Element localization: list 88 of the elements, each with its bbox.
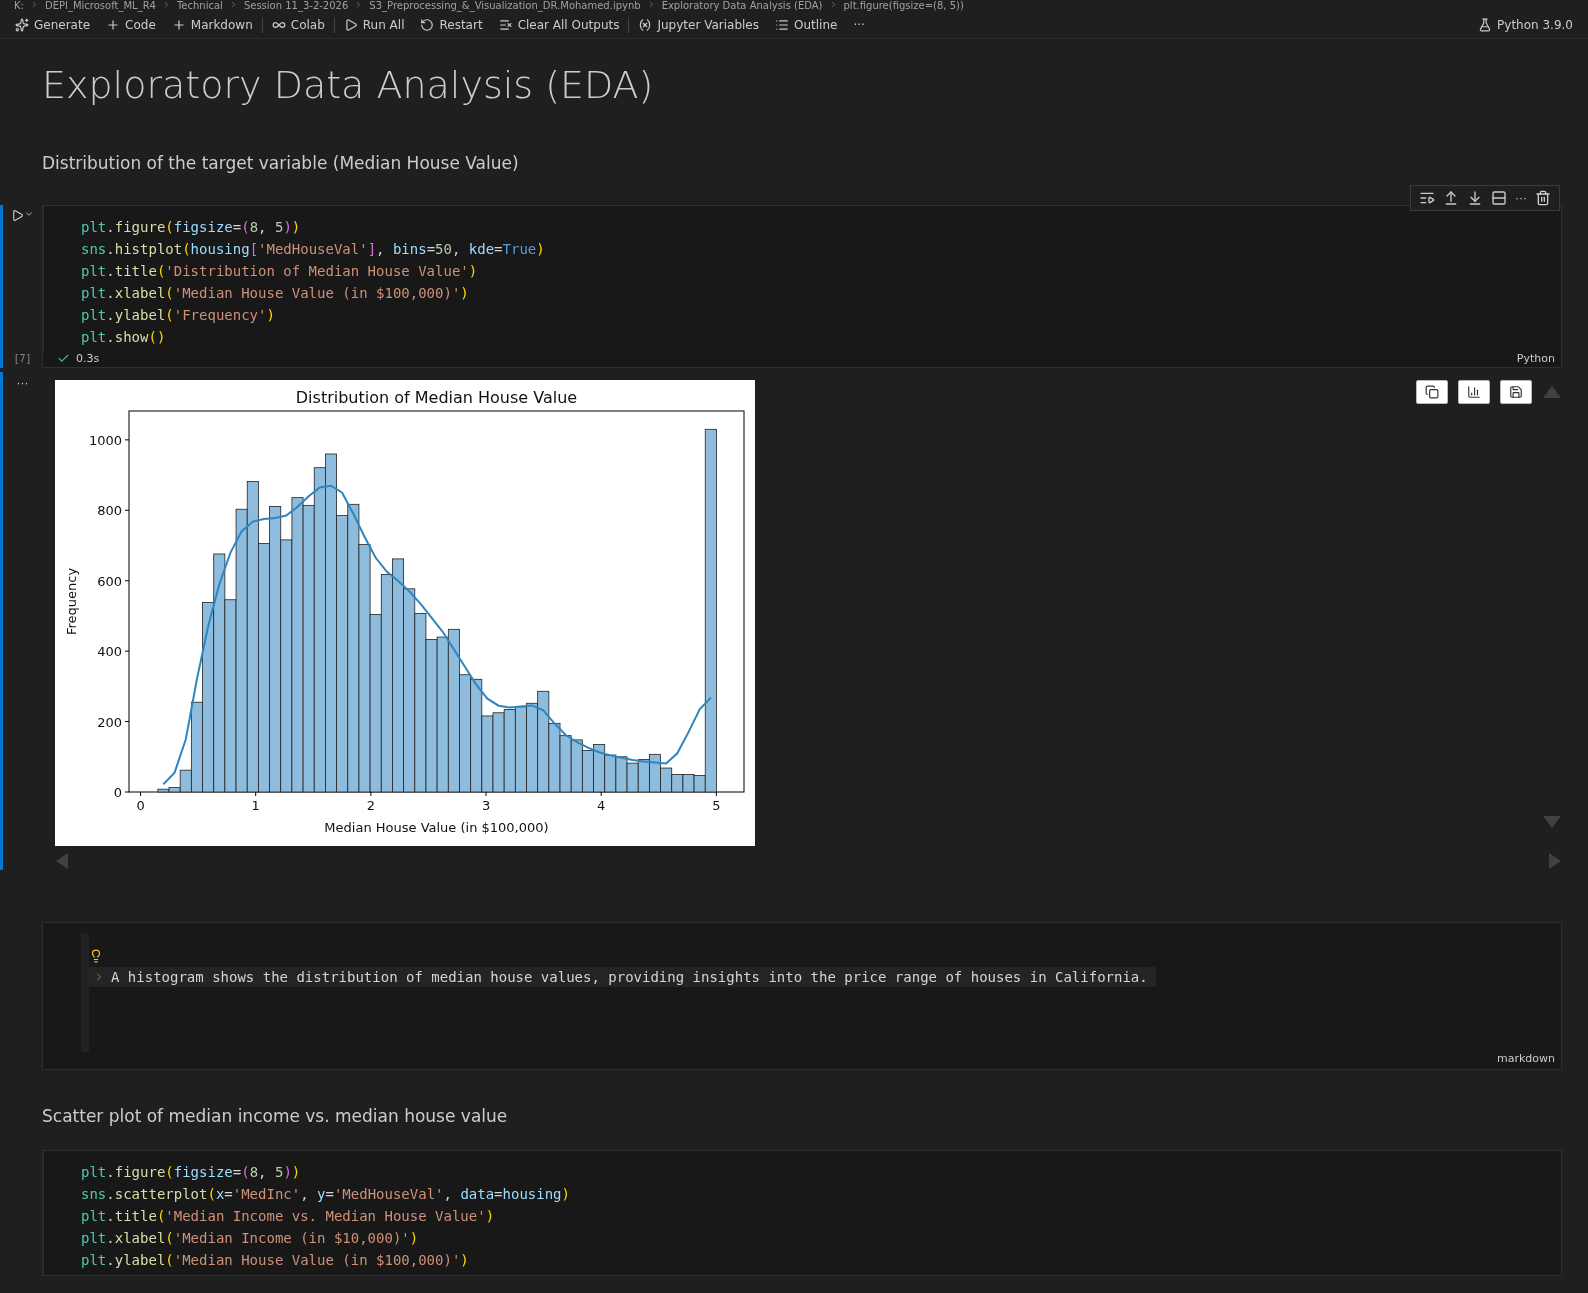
x-axis-label: Median House Value (in $100,000) — [324, 820, 549, 835]
toolbar-button[interactable]: Jupyter Variables — [631, 16, 766, 34]
code-line: plt.ylabel('Median House Value (in $100,000)') — [81, 1251, 470, 1270]
y-tick-label: 200 — [97, 714, 122, 730]
variable-icon — [638, 18, 653, 32]
histogram-bar — [581, 750, 594, 793]
breadcrumb-item[interactable]: K: — [14, 0, 24, 12]
code-line: plt.title('Median Income vs. Median House Value') — [81, 1207, 496, 1226]
copy-button[interactable] — [1416, 380, 1448, 404]
histogram-bar — [559, 735, 572, 793]
list-icon — [775, 18, 789, 32]
bar-chart-icon — [1467, 385, 1481, 399]
code-line: plt.show() — [81, 328, 167, 347]
more-button[interactable]: ··· — [846, 16, 872, 34]
code-line: plt.xlabel('Median Income (in $10,000)') — [81, 1229, 420, 1248]
markdown-cell[interactable]: A histogram shows the distribution of median house values, providing insights into the price range of houses in California. markdown — [42, 922, 1562, 1070]
arrow-down-icon[interactable] — [1467, 190, 1483, 206]
copy-icon — [1425, 385, 1439, 399]
restart-icon — [420, 18, 435, 32]
toolbar-button[interactable]: Run All — [336, 16, 412, 34]
output-more-button[interactable]: ··· — [16, 376, 29, 390]
y-tick-label: 600 — [97, 573, 122, 589]
breadcrumb-item[interactable]: Exploratory Data Analysis (EDA) — [661, 0, 823, 12]
y-tick-label: 800 — [97, 503, 122, 519]
breadcrumb-item[interactable]: Session 11_3-2-2026 — [243, 0, 349, 12]
x-tick-label: 5 — [712, 798, 721, 813]
cell-language: Python — [1516, 352, 1555, 365]
delete-icon[interactable] — [1535, 190, 1551, 206]
x-tick-label: 3 — [481, 798, 491, 813]
code-line: plt.ylabel('Frequency') — [81, 306, 276, 325]
kernel-button[interactable]: Python 3.9.0 — [1471, 16, 1580, 34]
x-tick-label: 1 — [251, 798, 260, 813]
markdown-text: A histogram shows the distribution of median house values, providing insights into the price range of houses in California. — [111, 969, 1148, 985]
breadcrumb-item[interactable]: S3_Preprocessing_&_Visualization_DR.Mohamed.ipynb — [369, 0, 641, 12]
histogram-bar — [570, 739, 583, 793]
histogram-bar — [615, 756, 628, 793]
y-tick-label: 0 — [113, 785, 122, 800]
histogram-bar — [682, 774, 695, 793]
more-button[interactable]: ··· — [1515, 191, 1527, 205]
chart-title: Distribution of Median House Value — [295, 388, 578, 407]
code-line: sns.scatterplot(x='MedInc', y='MedHouseVal', data=housing) — [81, 1185, 571, 1204]
section-text: Scatter plot of median income vs. median house value — [42, 1106, 509, 1126]
histogram-bar — [593, 744, 606, 793]
section-text: Distribution of the target variable (Median House Value) — [42, 153, 520, 173]
toolbar-button[interactable]: Code — [99, 16, 163, 34]
code-cell[interactable] — [42, 205, 1562, 368]
chevron-icon — [24, 209, 34, 219]
toolbar-button[interactable]: Generate — [8, 16, 98, 34]
run-cell-button[interactable] — [11, 209, 34, 222]
execution-count: [7] — [13, 353, 32, 364]
breadcrumb-item[interactable]: DEPI_Microsoft_ML_R4 — [44, 0, 156, 12]
play-icon — [343, 18, 358, 32]
plus-icon — [106, 18, 121, 32]
x-tick-label: 0 — [136, 798, 145, 813]
split-cell-icon[interactable] — [1491, 190, 1507, 206]
y-axis-label: Frequency — [64, 567, 79, 636]
toolbar-button[interactable]: Outline — [768, 16, 845, 34]
histogram-bar — [626, 762, 639, 793]
cell-language: markdown — [1496, 1052, 1556, 1067]
toolbar-button[interactable]: Clear All Outputs — [491, 16, 627, 34]
x-tick-label: 2 — [366, 798, 375, 813]
sparkle-icon — [15, 18, 29, 32]
histogram-bar — [671, 774, 684, 793]
histogram-bar — [637, 759, 650, 793]
run-by-line-icon[interactable] — [1419, 190, 1435, 206]
histogram-bar — [604, 754, 617, 793]
y-tick-label: 400 — [97, 644, 122, 660]
flask-icon — [1478, 18, 1493, 32]
save-button[interactable] — [1500, 380, 1532, 404]
y-tick-label: 1000 — [88, 432, 122, 448]
run-duration: 0.3s — [76, 352, 100, 365]
code-line: plt.figure(figsize=(8, 5)) — [81, 218, 302, 237]
notebook-heading: Exploratory Data Analysis (EDA) — [42, 63, 655, 107]
plus-icon — [171, 18, 186, 32]
code-line: sns.histplot(housing['MedHouseVal'], bins=50, kde=True) — [81, 240, 546, 259]
breadcrumb-item[interactable]: plt.figure(figsize=(8, 5)) — [843, 0, 964, 12]
breadcrumb-item[interactable]: Technical — [176, 0, 223, 12]
clear-list-icon — [498, 18, 513, 32]
toolbar-button[interactable]: Markdown — [164, 16, 260, 34]
code-line: plt.xlabel('Median House Value (in $100,000)') — [81, 284, 470, 303]
code-line: plt.title('Distribution of Median House Value') — [81, 262, 479, 281]
toolbar-button[interactable]: Restart — [413, 16, 490, 34]
play-icon — [11, 209, 24, 222]
x-tick-label: 4 — [597, 798, 606, 813]
chart-button[interactable] — [1458, 380, 1490, 404]
lightbulb-icon[interactable] — [89, 949, 103, 963]
toolbar-button[interactable]: Colab — [264, 16, 332, 34]
code-line: plt.figure(figsize=(8, 5)) — [81, 1163, 302, 1182]
